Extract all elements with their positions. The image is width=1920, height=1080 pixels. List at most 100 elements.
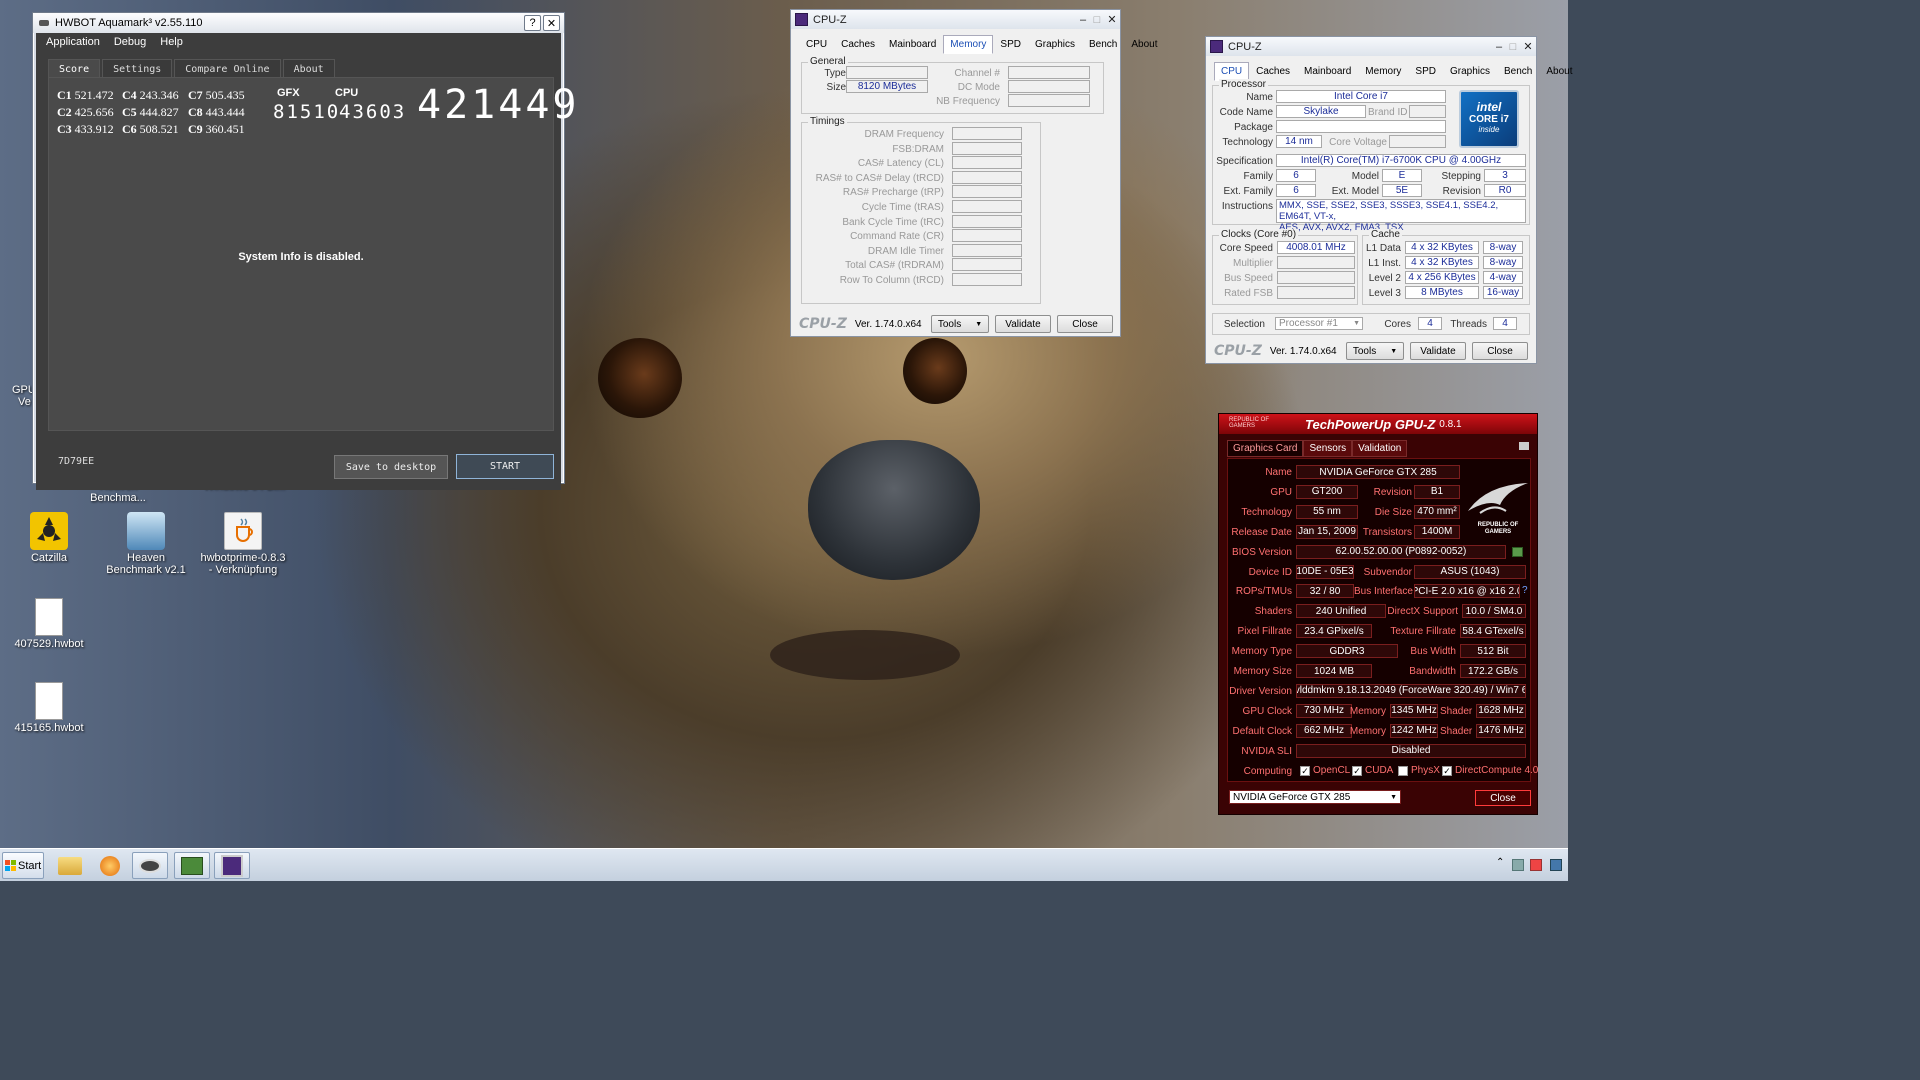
desktop-icon-catzilla[interactable]: Catzilla <box>6 512 92 564</box>
tab-graphics[interactable]: Graphics <box>1443 62 1497 81</box>
bus-help-icon[interactable]: ? <box>1522 585 1528 596</box>
validate-button[interactable]: Validate <box>995 315 1051 333</box>
l1-inst-field: 4 x 32 KBytes <box>1405 256 1479 269</box>
timing-label: Total CAS# (tRDRAM) <box>845 260 944 272</box>
tools-button[interactable]: Tools ▼ <box>1346 342 1404 360</box>
tab-mainboard[interactable]: Mainboard <box>1297 62 1358 81</box>
bios-version-label: BIOS Version <box>1231 546 1292 558</box>
desktop-icon-file-1[interactable]: 407529.hwbot <box>6 598 92 650</box>
gpuz-titlebar[interactable]: REPUBLIC OF GAMERS TechPowerUp GPU-Z 0.8… <box>1219 414 1537 434</box>
tab-graphics[interactable]: Graphics <box>1028 35 1082 54</box>
cpuz-memory-window[interactable]: CPU-Z ‒ □ ✕ CPU Caches Mainboard Memory … <box>790 9 1158 337</box>
close-icon[interactable]: ✕ <box>1104 13 1120 26</box>
taskbar-media-player[interactable] <box>92 852 128 879</box>
gpu-selector[interactable]: NVIDIA GeForce GTX 285 ▼ <box>1229 790 1401 804</box>
tab-cpu[interactable]: CPU <box>799 35 834 54</box>
volume-icon[interactable] <box>1550 859 1562 871</box>
technology-field: 14 nm <box>1276 135 1322 148</box>
dog-mouth <box>770 630 960 680</box>
bios-save-icon[interactable] <box>1512 546 1523 557</box>
tab-spd[interactable]: SPD <box>993 35 1028 54</box>
subvendor-field: ASUS (1043) <box>1414 564 1526 579</box>
l1-inst-label: L1 Inst. <box>1368 258 1401 269</box>
tab-bench[interactable]: Bench <box>1082 35 1124 54</box>
score-c3: C3 433.912 <box>57 122 114 136</box>
menu-application[interactable]: Application <box>46 36 100 48</box>
timing-field <box>952 185 1022 199</box>
tab-memory[interactable]: Memory <box>1358 62 1408 81</box>
tab-spd[interactable]: SPD <box>1408 62 1443 81</box>
action-center-icon[interactable] <box>1530 859 1542 871</box>
timing-label: DRAM Frequency <box>864 129 944 140</box>
media-player-icon <box>100 855 120 876</box>
timing-field <box>952 141 1022 155</box>
camera-icon[interactable] <box>1519 442 1529 450</box>
taskbar-explorer[interactable] <box>52 852 88 879</box>
cpuz-logo: CPU-Z <box>799 316 847 332</box>
technology-label: Technology <box>1222 137 1273 148</box>
gpuz-window[interactable]: REPUBLIC OF GAMERS TechPowerUp GPU-Z 0.8… <box>1218 413 1538 815</box>
maximize-icon[interactable]: □ <box>1506 41 1520 53</box>
cpuz-memory-titlebar[interactable]: CPU-Z ‒ □ ✕ <box>791 10 1120 29</box>
aquamark-icon <box>139 858 161 873</box>
minimize-icon[interactable]: ‒ <box>1076 14 1090 26</box>
aquamark-titlebar[interactable]: HWBOT Aquamark³ v2.55.110 ? ✕ <box>33 13 564 33</box>
tab-validation[interactable]: Validation <box>1352 440 1408 457</box>
timing-label: RAS# Precharge (tRP) <box>842 187 944 199</box>
cpu-z-icon <box>221 854 243 877</box>
texture-fillrate-field: 58.4 GTexel/s <box>1460 624 1526 639</box>
close-icon[interactable]: ✕ <box>1520 40 1536 53</box>
gpu-clock-label: GPU Clock <box>1242 705 1292 717</box>
cpuz-cpu-window[interactable]: CPU-Z ‒ □ ✕ CPU Caches Mainboard Memory … <box>1205 36 1573 364</box>
directx-support-label: DirectX Support <box>1387 606 1458 618</box>
save-to-desktop-button[interactable]: Save to desktop <box>334 455 448 479</box>
taskbar-aquamark[interactable] <box>132 852 168 879</box>
bus-interface-field: PCI-E 2.0 x16 @ x16 2.0 <box>1414 584 1520 599</box>
desktop-icon-hwbotprime[interactable]: hwbotprime-0.8.3 - Verknüpfung <box>200 512 286 576</box>
session-code: 7D79EE <box>58 456 95 467</box>
show-hidden-icons-icon[interactable]: ⌃ <box>1496 857 1504 868</box>
tab-caches[interactable]: Caches <box>834 35 882 54</box>
cuda-checkbox[interactable]: ✓ <box>1352 765 1362 776</box>
tab-mainboard[interactable]: Mainboard <box>882 35 943 54</box>
bios-version-field: 62.00.52.00.00 (P0892-0052) <box>1296 544 1506 559</box>
network-icon[interactable] <box>1512 859 1524 871</box>
score-c2: C2 425.656 <box>57 105 114 119</box>
timing-field <box>952 273 1022 286</box>
tab-bench[interactable]: Bench <box>1497 62 1539 81</box>
tab-memory[interactable]: Memory <box>943 35 994 54</box>
close-button[interactable]: Close <box>1472 342 1528 360</box>
start-button[interactable]: Start <box>2 852 44 879</box>
desktop-icon-label: 415165.hwbot <box>14 722 84 734</box>
technology-label: Technology <box>1241 506 1292 518</box>
desktop-icon-file-2[interactable]: 415165.hwbot <box>6 682 92 734</box>
cpuz-cpu-titlebar[interactable]: CPU-Z ‒ □ ✕ <box>1206 37 1536 56</box>
taskbar-gpu-z[interactable] <box>174 852 210 879</box>
clocks-group: Clocks (Core #0) Core Speed 4008.01 MHz … <box>1212 229 1358 305</box>
physx-checkbox[interactable] <box>1398 765 1408 776</box>
tab-graphics-card[interactable]: Graphics Card <box>1227 440 1304 457</box>
desktop-icon-label: Catzilla <box>30 552 68 564</box>
validate-button[interactable]: Validate <box>1410 342 1466 360</box>
name-field: Intel Core i7 <box>1276 90 1446 103</box>
opencl-checkbox[interactable]: ✓ <box>1300 765 1310 776</box>
help-button[interactable]: ? <box>524 15 541 31</box>
score-c5: C5 444.827 <box>122 105 179 119</box>
tab-about[interactable]: About <box>1539 62 1579 81</box>
menu-debug[interactable]: Debug <box>114 36 146 48</box>
close-button[interactable]: ✕ <box>543 15 560 31</box>
taskbar-cpu-z[interactable] <box>214 852 250 879</box>
close-button[interactable]: Close <box>1057 315 1113 333</box>
tab-sensors[interactable]: Sensors <box>1303 440 1353 457</box>
maximize-icon[interactable]: □ <box>1090 14 1104 26</box>
processor-select[interactable]: Processor #1 ▼ <box>1275 317 1363 330</box>
close-button[interactable]: Close <box>1475 790 1531 806</box>
start-button[interactable]: START <box>456 454 554 479</box>
directcompute-checkbox[interactable]: ✓ <box>1442 765 1452 776</box>
menu-help[interactable]: Help <box>160 36 183 48</box>
aquamark-window[interactable]: HWBOT Aquamark³ v2.55.110 ? ✕ Applicatio… <box>32 12 577 490</box>
tools-button[interactable]: Tools ▼ <box>931 315 989 333</box>
minimize-icon[interactable]: ‒ <box>1492 41 1506 53</box>
desktop-icon-heaven[interactable]: Heaven Benchmark v2.1 <box>103 512 189 576</box>
tab-about[interactable]: About <box>1124 35 1164 54</box>
